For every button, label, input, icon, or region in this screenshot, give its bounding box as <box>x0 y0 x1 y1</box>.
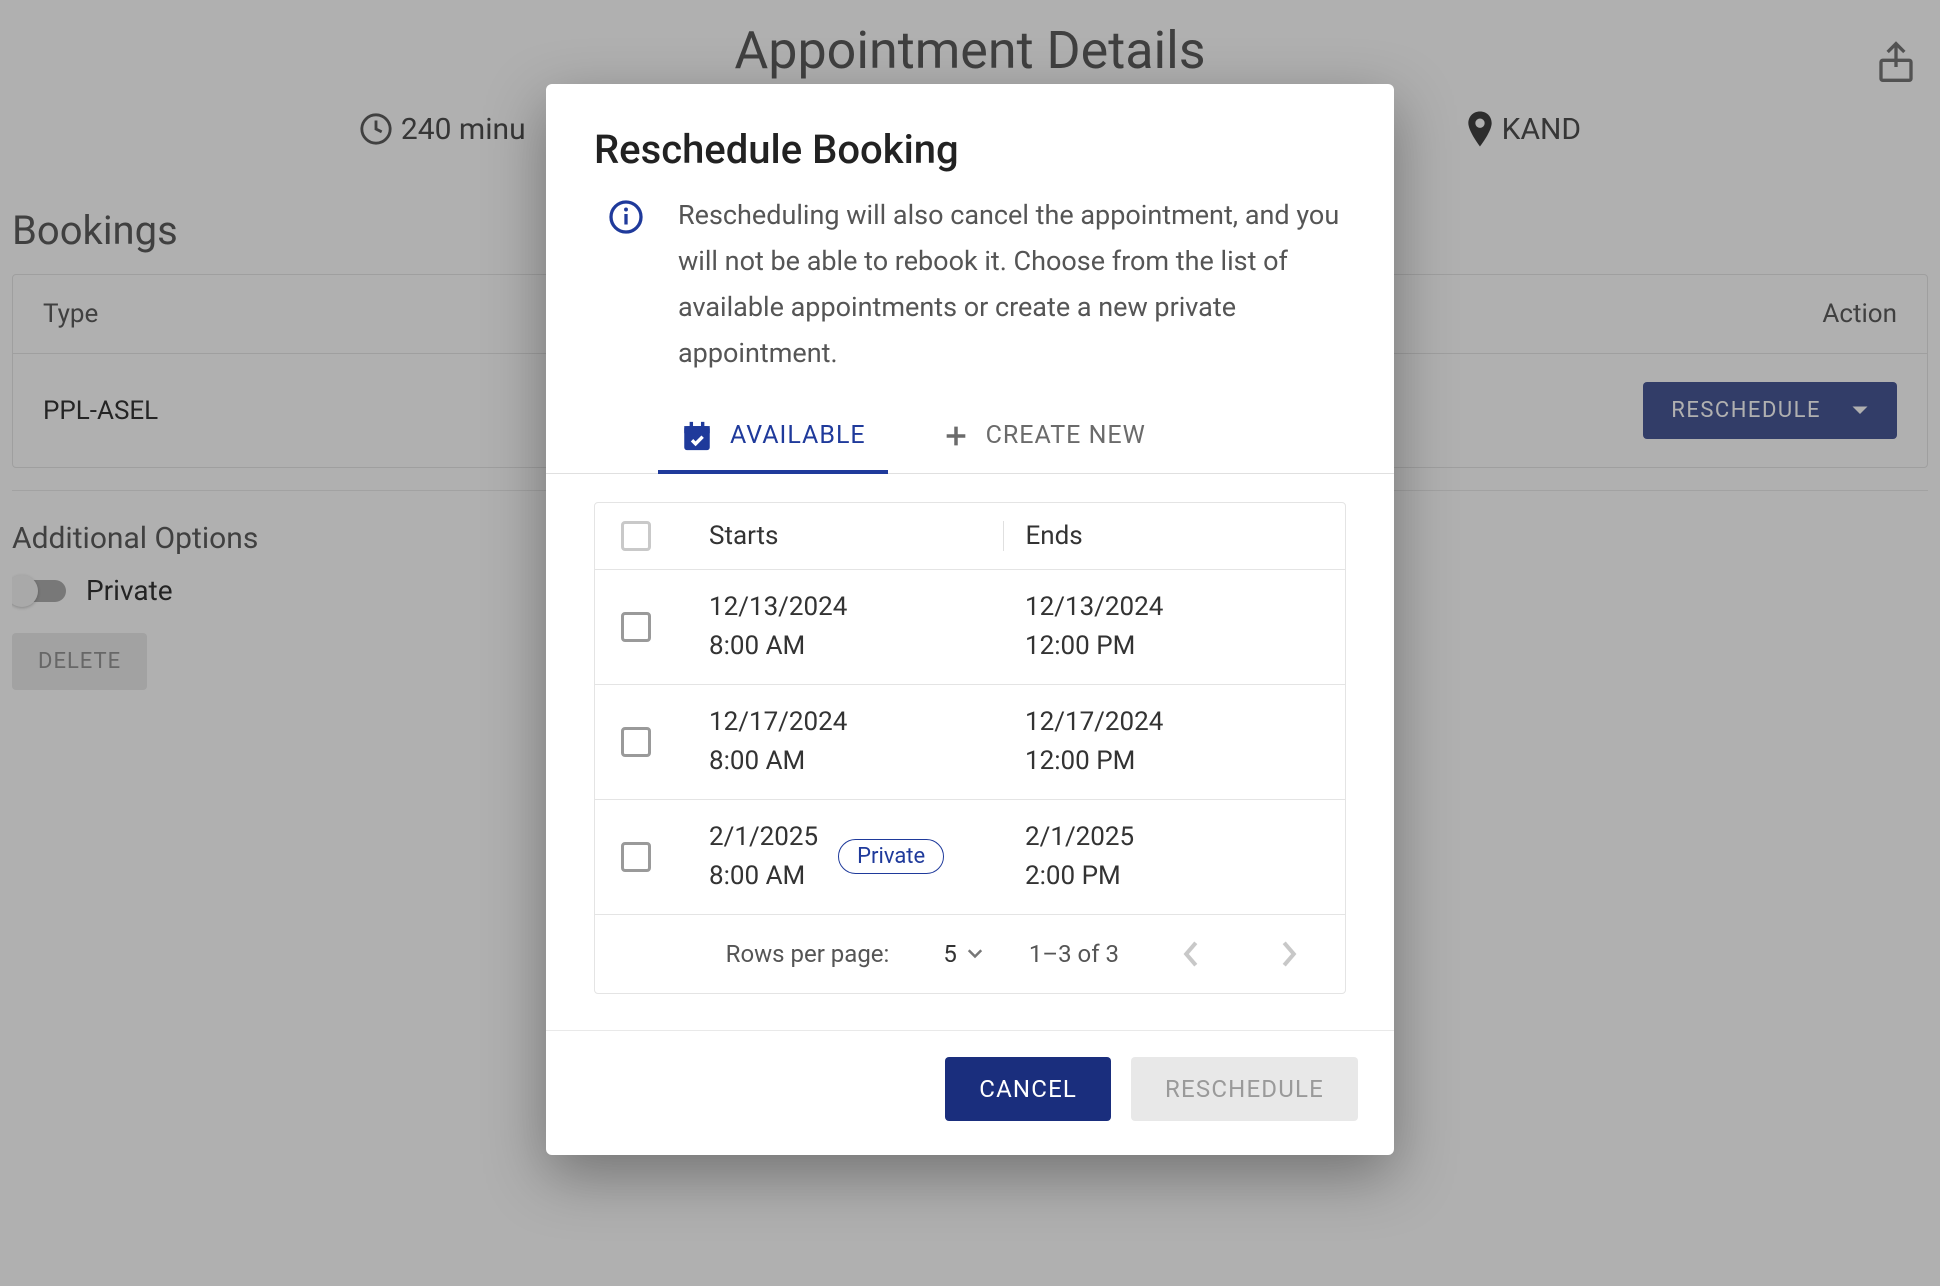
ends-cell: 2/1/20252:00 PM <box>1003 818 1319 896</box>
start-date: 12/13/2024 <box>709 588 847 627</box>
prev-page-button[interactable] <box>1165 935 1217 973</box>
modal-overlay: Reschedule Booking Rescheduling will als… <box>0 0 1940 1286</box>
dialog-footer: CANCEL RESCHEDULE <box>546 1030 1394 1155</box>
dialog-info: Rescheduling will also cancel the appoin… <box>546 193 1394 407</box>
end-time: 12:00 PM <box>1025 742 1319 781</box>
end-datetime: 2/1/20252:00 PM <box>1025 818 1319 896</box>
starts-cell: 12/17/20248:00 AM <box>651 703 1003 781</box>
row-checkbox[interactable] <box>621 727 651 757</box>
ends-cell: 12/13/202412:00 PM <box>1003 588 1319 666</box>
chevron-right-icon <box>1281 941 1297 967</box>
dialog-info-text: Rescheduling will also cancel the appoin… <box>678 193 1346 377</box>
appointments-header-row: Starts Ends <box>595 503 1345 570</box>
starts-cell: 2/1/20258:00 AM Private <box>651 818 1003 896</box>
ends-cell: 12/17/202412:00 PM <box>1003 703 1319 781</box>
starts-cell: 12/13/20248:00 AM <box>651 588 1003 666</box>
pagination-range: 1–3 of 3 <box>1029 940 1119 968</box>
next-page-button[interactable] <box>1263 935 1315 973</box>
reschedule-button[interactable]: RESCHEDULE <box>1131 1057 1358 1121</box>
rows-per-page-select[interactable]: 5 <box>943 940 983 968</box>
end-date: 12/17/2024 <box>1025 703 1319 742</box>
select-all-checkbox[interactable] <box>621 521 651 551</box>
tab-create-new-label: CREATE NEW <box>986 421 1146 450</box>
rows-per-page-label: Rows per page: <box>726 940 890 968</box>
chevron-down-icon <box>967 949 983 959</box>
private-badge: Private <box>838 839 944 874</box>
chevron-left-icon <box>1183 941 1199 967</box>
start-datetime: 12/13/20248:00 AM <box>709 588 847 666</box>
table-row[interactable]: 12/13/20248:00 AM12/13/202412:00 PM <box>595 570 1345 685</box>
plus-icon <box>942 422 970 450</box>
start-datetime: 2/1/20258:00 AM <box>709 818 818 896</box>
end-time: 12:00 PM <box>1025 627 1319 666</box>
rows-per-page-value: 5 <box>943 940 957 968</box>
calendar-check-icon <box>680 419 714 453</box>
end-date: 12/13/2024 <box>1025 588 1319 627</box>
end-datetime: 12/13/202412:00 PM <box>1025 588 1319 666</box>
row-checkbox[interactable] <box>621 842 651 872</box>
start-datetime: 12/17/20248:00 AM <box>709 703 847 781</box>
appointments-table: Starts Ends 12/13/20248:00 AM12/13/20241… <box>594 502 1346 994</box>
end-datetime: 12/17/202412:00 PM <box>1025 703 1319 781</box>
col-starts-header: Starts <box>651 521 1003 551</box>
start-time: 8:00 AM <box>709 857 818 896</box>
start-time: 8:00 AM <box>709 742 847 781</box>
start-date: 2/1/2025 <box>709 818 818 857</box>
end-time: 2:00 PM <box>1025 857 1319 896</box>
row-checkbox[interactable] <box>621 612 651 642</box>
dialog-tabs: AVAILABLE CREATE NEW <box>546 407 1394 474</box>
table-pagination: Rows per page: 5 1–3 of 3 <box>595 915 1345 993</box>
dialog-title: Reschedule Booking <box>546 84 1394 193</box>
table-row[interactable]: 2/1/20258:00 AMPrivate2/1/20252:00 PM <box>595 800 1345 915</box>
tab-create-new[interactable]: CREATE NEW <box>928 407 1160 473</box>
tab-available-label: AVAILABLE <box>730 421 866 450</box>
end-date: 2/1/2025 <box>1025 818 1319 857</box>
reschedule-booking-dialog: Reschedule Booking Rescheduling will als… <box>546 84 1394 1155</box>
tab-available[interactable]: AVAILABLE <box>666 407 880 473</box>
info-icon <box>608 193 644 235</box>
col-ends-header: Ends <box>1003 521 1320 551</box>
start-date: 12/17/2024 <box>709 703 847 742</box>
start-time: 8:00 AM <box>709 627 847 666</box>
table-row[interactable]: 12/17/20248:00 AM12/17/202412:00 PM <box>595 685 1345 800</box>
cancel-button[interactable]: CANCEL <box>945 1057 1111 1121</box>
